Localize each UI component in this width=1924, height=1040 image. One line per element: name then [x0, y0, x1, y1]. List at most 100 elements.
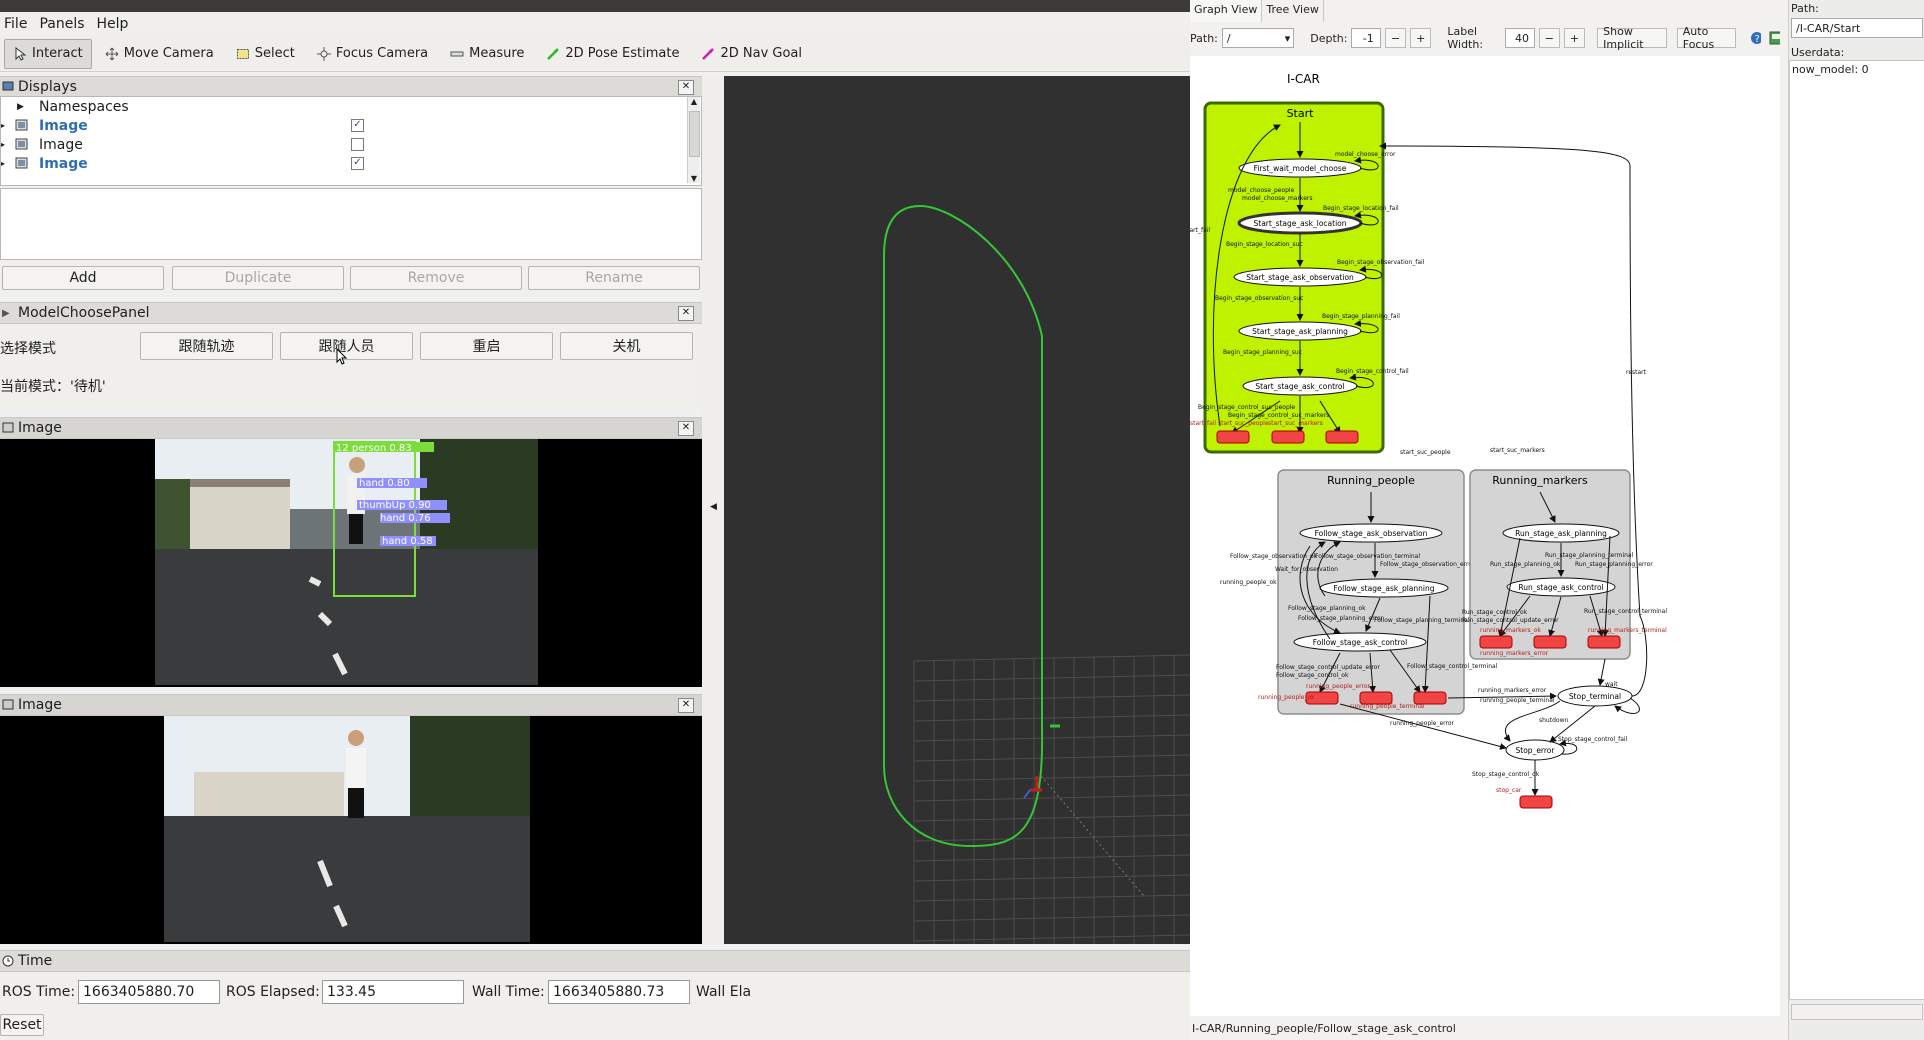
display-enabled-checkbox[interactable]: ✓ — [351, 157, 364, 170]
close-icon[interactable]: ✕ — [678, 306, 694, 321]
edge-label: Run_stage_planning_error — [1575, 561, 1653, 568]
edge-label: Begin_stage_location_suc — [1226, 241, 1303, 248]
tree-item-image-1[interactable]: ▸ Image ✓ — [1, 116, 701, 135]
ros-time-field[interactable]: 1663405880.70 — [78, 980, 220, 1004]
model-panel-header: ▶ ModelChoosePanel ✕ — [0, 302, 702, 324]
close-icon[interactable]: ✕ — [678, 698, 694, 713]
tool-label: Select — [254, 46, 295, 61]
focus-camera-tool-button[interactable]: Focus Camera — [308, 39, 437, 69]
userdata-input[interactable] — [1791, 1004, 1923, 1020]
add-button[interactable]: Add — [2, 266, 164, 290]
restart-button[interactable]: 重启 — [420, 332, 553, 360]
status-bar: I-CAR/Running_people/Follow_stage_ask_co… — [1192, 1021, 1456, 1035]
ros-elapsed-field[interactable]: 133.45 — [322, 980, 464, 1004]
pose-arrow-icon — [547, 47, 560, 60]
edge-label: start_suc_markers — [1268, 420, 1323, 427]
2d-pose-estimate-tool-button[interactable]: 2D Pose Estimate — [537, 39, 688, 69]
outcome-node[interactable] — [1533, 635, 1567, 649]
rename-button[interactable]: Rename — [528, 266, 700, 290]
save-image-icon[interactable] — [1769, 31, 1780, 45]
select-tool-button[interactable]: Select — [227, 39, 304, 69]
monitor-icon — [2, 81, 14, 91]
outcome-node[interactable] — [1325, 430, 1359, 444]
close-icon[interactable]: ✕ — [678, 80, 694, 95]
state-label: Stop_terminal — [1569, 692, 1621, 701]
collapse-arrow-icon[interactable]: ◀ — [710, 502, 717, 512]
menu-help[interactable]: Help — [93, 16, 137, 32]
state-machine-graph[interactable]: I-CAR Start First_wait_model_choose Star… — [1190, 56, 1780, 1016]
edge-label: restart — [1626, 369, 1647, 376]
label-width-increment-button[interactable]: + — [1563, 28, 1586, 48]
panel-expand-icon[interactable]: ▶ — [2, 308, 10, 319]
image-display-icon — [15, 157, 28, 169]
auto-focus-button[interactable]: Auto Focus — [1676, 25, 1737, 51]
follow-trajectory-button[interactable]: 跟随轨迹 — [140, 332, 273, 360]
tree-item-image-2[interactable]: ▸ Image — [1, 135, 701, 154]
edge-label: running_markers_terminal — [1588, 627, 1667, 634]
outcome-node-stop-car[interactable] — [1519, 795, 1553, 809]
edge-label: running_markers_error — [1480, 650, 1549, 657]
label-width-label: Label Width: — [1447, 25, 1484, 51]
scroll-down-icon[interactable]: ▼ — [688, 174, 700, 183]
tree-item-label: Namespaces — [39, 98, 129, 115]
tab-tree-view[interactable]: Tree View — [1262, 0, 1324, 22]
current-mode-label: 当前模式：'待机' — [0, 379, 106, 395]
edge-label: start_suc_people — [1400, 449, 1451, 456]
detection-label: hand 0.76 — [380, 513, 431, 524]
splitter-handle[interactable]: ◀ — [702, 76, 724, 944]
displays-panel-header: Displays ✕ — [0, 76, 702, 98]
scroll-up-icon[interactable]: ▲ — [688, 97, 700, 106]
tree-item-namespaces[interactable]: ▶ Namespaces — [1, 97, 701, 116]
outcome-node[interactable] — [1587, 635, 1621, 649]
reset-button[interactable]: Reset — [0, 1014, 44, 1036]
3d-render-view[interactable] — [724, 76, 1190, 944]
depth-field[interactable]: -1 — [1351, 28, 1381, 48]
2d-nav-goal-tool-button[interactable]: 2D Nav Goal — [692, 39, 811, 69]
help-icon[interactable]: ? — [1750, 31, 1762, 45]
state-label: Run_stage_ask_planning — [1515, 529, 1607, 538]
expand-arrow-icon[interactable]: ▶ — [17, 102, 24, 112]
state-label: Start_stage_ask_location — [1254, 219, 1347, 228]
depth-increment-button[interactable]: + — [1410, 28, 1432, 48]
userdata-view[interactable]: now_model: 0 — [1789, 60, 1924, 1000]
expand-arrow-icon[interactable]: ▸ — [1, 121, 5, 130]
edge-label: Wait_for_observation — [1275, 566, 1338, 573]
image-panel-header: Image ✕ — [0, 694, 702, 716]
outcome-node[interactable] — [1271, 430, 1305, 444]
tab-graph-view[interactable]: Graph View — [1190, 0, 1263, 22]
expand-arrow-icon[interactable]: ▸ — [1, 140, 5, 149]
info-path-field[interactable]: /I-CAR/Start — [1791, 18, 1923, 38]
label-width-field[interactable]: 40 — [1505, 28, 1535, 48]
depth-decrement-button[interactable]: − — [1384, 28, 1407, 48]
move-camera-tool-button[interactable]: Move Camera — [96, 39, 223, 69]
display-enabled-checkbox[interactable] — [351, 138, 364, 151]
menu-panels[interactable]: Panels — [35, 16, 92, 32]
edge-label: Run_stage_control_terminal — [1584, 608, 1667, 615]
remove-button[interactable]: Remove — [350, 266, 522, 290]
display-enabled-checkbox[interactable]: ✓ — [351, 119, 364, 132]
outcome-node[interactable] — [1479, 635, 1513, 649]
outcome-node[interactable] — [1216, 430, 1250, 444]
expand-arrow-icon[interactable]: ▸ — [1, 159, 5, 168]
ros-time-label: ROS Time: — [2, 984, 76, 1000]
tree-item-image-3[interactable]: ▸ Image ✓ — [1, 154, 701, 173]
scrollbar-thumb[interactable] — [689, 111, 700, 157]
select-mode-label: 选择模式 — [0, 341, 56, 357]
label-width-decrement-button[interactable]: − — [1538, 28, 1560, 48]
show-implicit-button[interactable]: Show Implicit — [1597, 25, 1667, 51]
path-select[interactable]: / ▾ — [1221, 28, 1295, 48]
interact-tool-button[interactable]: Interact — [4, 38, 92, 69]
measure-tool-button[interactable]: Measure — [441, 39, 533, 69]
close-icon[interactable]: ✕ — [678, 421, 694, 436]
tree-scrollbar[interactable]: ▲ ▼ — [687, 97, 700, 183]
detection-label: hand 0.58 — [382, 536, 433, 547]
edge-label: Stop_stage_control_ok — [1472, 771, 1540, 778]
edge-label: Stop_stage_control_fail — [1558, 736, 1628, 743]
menu-file[interactable]: File — [0, 16, 35, 32]
wall-time-field[interactable]: 1663405880.73 — [548, 980, 690, 1004]
path-label: Path: — [1190, 31, 1218, 45]
edge-label: Begin_stage_control_fail — [1336, 368, 1409, 375]
shutdown-button[interactable]: 关机 — [560, 332, 693, 360]
duplicate-button[interactable]: Duplicate — [172, 266, 344, 290]
edge-label: start_fail — [1190, 227, 1210, 234]
